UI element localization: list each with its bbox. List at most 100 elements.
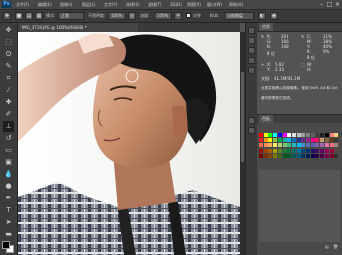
menu-edit[interactable]: 编辑(E)	[38, 1, 52, 8]
color-swatch[interactable]	[259, 143, 263, 148]
color-swatch[interactable]	[301, 138, 306, 143]
color-swatch[interactable]	[315, 133, 320, 137]
history-brush-tool-icon[interactable]: ↺	[3, 133, 14, 144]
flow-field[interactable]: 100%	[154, 12, 172, 20]
pen-tool-icon[interactable]: ✒	[3, 193, 14, 204]
delete-swatch-icon[interactable]: 🗑	[333, 244, 338, 249]
eraser-tool-icon[interactable]: ▭	[3, 145, 14, 156]
move-tool-icon[interactable]: ✥	[3, 25, 14, 36]
color-swatch[interactable]	[301, 148, 306, 153]
menu-layer[interactable]: 图层(L)	[82, 1, 95, 8]
color-swatch[interactable]	[329, 148, 334, 153]
color-swatch[interactable]	[320, 138, 325, 143]
color-swatch[interactable]	[291, 138, 296, 143]
minimize-icon[interactable]: –	[318, 1, 325, 8]
clone-stamp-tool-icon[interactable]: ⊥	[3, 121, 14, 132]
document-tab[interactable]: IMG_3719.JPG @ 100%(RGB/8) *	[18, 23, 138, 32]
color-swatch[interactable]	[263, 153, 268, 158]
color-swatch[interactable]	[334, 143, 339, 148]
tab-swatches[interactable]: 色板	[259, 115, 273, 123]
color-swatch[interactable]	[306, 148, 310, 153]
sample-select[interactable]: 当前图层	[224, 12, 254, 20]
type-tool-icon[interactable]: T	[3, 205, 14, 216]
color-swatch[interactable]	[282, 133, 287, 137]
color-swatch[interactable]	[263, 143, 268, 148]
color-swatch[interactable]	[324, 153, 329, 158]
color-swatch[interactable]	[306, 143, 310, 148]
properties-panel-icon[interactable]	[248, 37, 255, 44]
color-swatch[interactable]	[296, 153, 301, 158]
menu-type[interactable]: 文字(Y)	[104, 1, 118, 8]
opacity-field[interactable]: 100%	[108, 12, 126, 20]
color-swatch[interactable]	[334, 148, 339, 153]
clone-source-icon[interactable]: ▦	[35, 12, 43, 20]
scrollbar-thumb[interactable]	[241, 72, 244, 162]
color-swatch[interactable]	[273, 133, 278, 137]
color-swatch[interactable]	[301, 133, 306, 137]
color-swatch[interactable]	[324, 133, 329, 137]
color-swatch[interactable]	[287, 143, 292, 148]
color-swatch[interactable]	[320, 148, 325, 153]
paragraph-panel-icon[interactable]	[248, 127, 255, 134]
color-swatch[interactable]	[315, 138, 320, 143]
color-swatch[interactable]	[310, 138, 315, 143]
menu-help[interactable]: 帮助(H)	[229, 1, 243, 8]
gradient-tool-icon[interactable]: ▣	[3, 157, 14, 168]
airbrush-icon[interactable]: ✈	[174, 12, 182, 20]
menu-view[interactable]: 视图(V)	[187, 1, 201, 8]
close-icon[interactable]: ×	[334, 1, 341, 8]
color-swatch[interactable]	[273, 143, 278, 148]
color-swatch[interactable]	[273, 138, 278, 143]
color-swatch[interactable]	[306, 138, 310, 143]
color-swatch[interactable]	[320, 143, 325, 148]
color-swatch[interactable]	[273, 153, 278, 158]
color-swatch[interactable]	[329, 143, 334, 148]
color-swatch[interactable]	[277, 143, 282, 148]
crop-tool-icon[interactable]: ⌗	[3, 73, 14, 84]
color-swatch[interactable]	[259, 153, 263, 158]
color-swatch[interactable]	[291, 153, 296, 158]
color-swatch[interactable]	[324, 148, 329, 153]
color-swatch[interactable]	[310, 153, 315, 158]
eyedropper-tool-icon[interactable]: ⁄	[3, 85, 14, 96]
color-swatch[interactable]	[334, 133, 339, 137]
color-swatch[interactable]	[259, 138, 263, 143]
color-swatch[interactable]	[310, 133, 315, 137]
color-swatch[interactable]	[315, 143, 320, 148]
color-swatch[interactable]	[263, 148, 268, 153]
mode-select[interactable]: 正常	[58, 12, 84, 20]
color-swatch[interactable]	[259, 148, 263, 153]
new-swatch-icon[interactable]: ▤	[325, 244, 329, 249]
healing-brush-tool-icon[interactable]: ✚	[3, 97, 14, 108]
color-swatch[interactable]	[263, 138, 268, 143]
color-swatch[interactable]	[291, 143, 296, 148]
color-swatch[interactable]	[310, 143, 315, 148]
marquee-tool-icon[interactable]: ⬚	[3, 37, 14, 48]
color-swatch[interactable]	[277, 133, 282, 137]
tab-info[interactable]: 信息	[259, 23, 273, 31]
menu-select[interactable]: 选择(S)	[126, 1, 140, 8]
color-swatch[interactable]	[296, 143, 301, 148]
color-swatch[interactable]	[268, 133, 273, 137]
color-swatch[interactable]	[273, 148, 278, 153]
menu-filter[interactable]: 滤镜(T)	[148, 1, 162, 8]
menu-3d[interactable]: 3D(D)	[170, 1, 182, 8]
brush-panel-dock-icon[interactable]	[248, 57, 255, 64]
color-swatch[interactable]	[310, 148, 315, 153]
color-swatch[interactable]	[268, 148, 273, 153]
color-swatch[interactable]	[282, 143, 287, 148]
color-swatch[interactable]	[324, 143, 329, 148]
color-swatch[interactable]	[329, 133, 334, 137]
color-swatch[interactable]	[287, 153, 292, 158]
pressure-opacity-icon[interactable]: ◎	[128, 12, 136, 20]
color-swatch[interactable]	[306, 133, 310, 137]
clone-source-dock-icon[interactable]	[248, 67, 255, 74]
color-swatch[interactable]	[306, 153, 310, 158]
aligned-checkbox[interactable]	[186, 13, 191, 18]
color-swatch[interactable]	[329, 138, 334, 143]
color-swatch[interactable]	[287, 138, 292, 143]
color-swatch[interactable]	[301, 153, 306, 158]
quick-select-tool-icon[interactable]: ✎	[3, 61, 14, 72]
tool-preset-icon[interactable]: ✚	[3, 12, 11, 20]
color-swatch[interactable]	[296, 138, 301, 143]
